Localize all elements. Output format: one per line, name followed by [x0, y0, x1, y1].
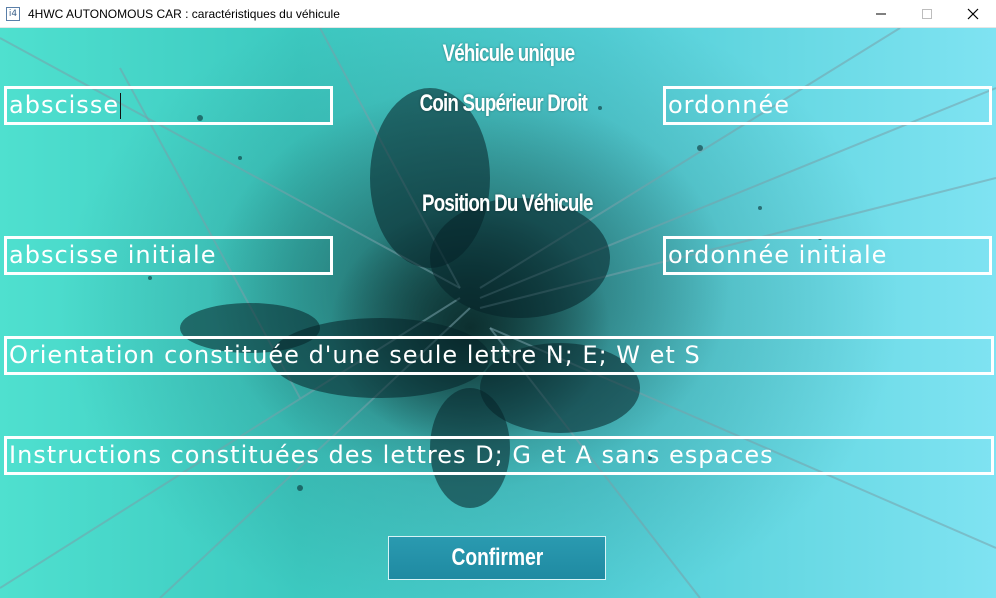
orientation-input[interactable]: Orientation constituée d'une seule lettr…	[4, 336, 994, 375]
close-button[interactable]	[950, 0, 996, 28]
vehicle-heading: Véhicule unique	[442, 40, 576, 67]
corner-x-value: abscisse	[9, 91, 120, 119]
form-area: Véhicule unique Coin Supérieur Droit Pos…	[0, 28, 996, 598]
instructions-value: Instructions constituées des lettres D; …	[9, 441, 774, 469]
corner-y-input[interactable]: ordonnée	[663, 86, 992, 125]
initial-y-value: ordonnée initiale	[668, 241, 888, 269]
initial-y-input[interactable]: ordonnée initiale	[663, 236, 992, 275]
maximize-button[interactable]	[904, 0, 950, 28]
initial-x-input[interactable]: abscisse initiale	[4, 236, 333, 275]
corner-heading: Coin Supérieur Droit	[419, 90, 588, 117]
confirm-button[interactable]: Confirmer	[388, 536, 606, 580]
position-heading: Position Du Véhicule	[422, 190, 593, 217]
instructions-input[interactable]: Instructions constituées des lettres D; …	[4, 436, 994, 475]
orientation-value: Orientation constituée d'une seule lettr…	[9, 341, 701, 369]
corner-x-input[interactable]: abscisse	[4, 86, 333, 125]
close-icon	[967, 8, 979, 20]
confirm-label: Confirmer	[451, 544, 543, 571]
maximize-icon	[922, 9, 932, 19]
window-title: 4HWC AUTONOMOUS CAR : caractéristiques d…	[28, 6, 340, 21]
minimize-icon	[876, 13, 886, 15]
window-controls	[858, 0, 996, 28]
app-icon: i4	[6, 6, 20, 21]
corner-y-value: ordonnée	[668, 91, 790, 119]
text-caret	[120, 93, 122, 119]
app-window: i4 4HWC AUTONOMOUS CAR : caractéristique…	[0, 0, 996, 598]
minimize-button[interactable]	[858, 0, 904, 28]
initial-x-value: abscisse initiale	[9, 241, 217, 269]
title-bar[interactable]: i4 4HWC AUTONOMOUS CAR : caractéristique…	[0, 0, 996, 28]
